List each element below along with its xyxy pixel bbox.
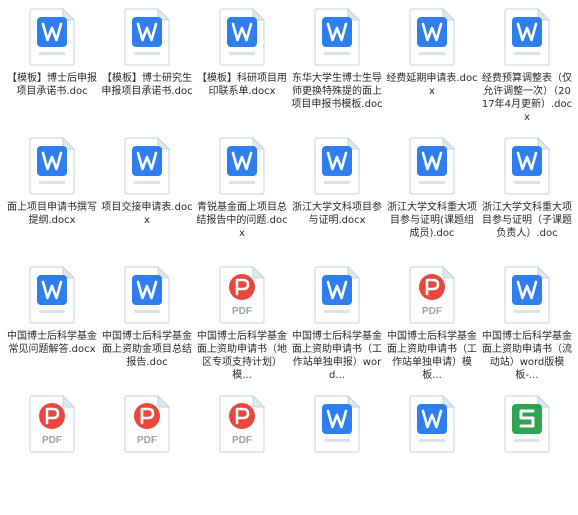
file-name: 中国博士后科学基金常见问题解答.docx (7, 331, 97, 355)
file-name: 【模板】科研项目用印联系单.docx (197, 73, 287, 97)
file-name: 浙江大学文科重大项目参与证明（子课题负责人）.doc (482, 202, 572, 239)
word-document-icon (504, 7, 551, 66)
pdf-document-icon: PDF (409, 265, 456, 324)
word-document-icon (409, 7, 456, 66)
word-document-icon (314, 265, 361, 324)
svg-text:PDF: PDF (42, 435, 62, 446)
file-item[interactable]: PDF 中国博士后科学基金面上资助申请书（地区专项支持计划）模... (196, 258, 288, 386)
file-name: 浙江大学文科重大项目参与证明(课题组成员).doc (387, 202, 477, 239)
file-item[interactable]: PDF 中国博士后科学基金面上资助申请书（工作站单独申请）模板... (386, 258, 478, 386)
file-item[interactable]: PDF (6, 387, 98, 515)
file-name: 中国博士后科学基金面上资助申请书（地区专项支持计划）模... (197, 331, 287, 381)
word-document-icon (314, 7, 361, 66)
file-item[interactable]: 经费延期申请表.docx (386, 0, 478, 128)
file-item[interactable]: 浙江大学文科重大项目参与证明(课题组成员).doc (386, 129, 478, 257)
file-item[interactable] (386, 387, 478, 515)
svg-text:PDF: PDF (422, 306, 442, 317)
word-document-icon (314, 136, 361, 195)
spreadsheet-icon (504, 394, 551, 453)
file-item[interactable]: 浙江大学文科重大项目参与证明（子课题负责人）.doc (481, 129, 573, 257)
word-document-icon (504, 265, 551, 324)
file-item[interactable]: 【模板】科研项目用印联系单.docx (196, 0, 288, 128)
file-name: 中国博士后科学基金面上资助申请书（流动站）word版模板-... (482, 331, 572, 381)
file-name: 东华大学生博士生导师更换特殊提的面上项目申报书模板.doc (291, 73, 383, 110)
word-document-icon (409, 394, 456, 453)
file-item[interactable]: 中国博士后科学基金面上资助申请书（工作站单独申报）word... (291, 258, 383, 386)
word-document-icon (314, 394, 361, 453)
svg-text:PDF: PDF (232, 435, 252, 446)
file-name: 中国博士后科学基金面上资助申请书（工作站单独申报）word... (292, 331, 382, 381)
file-name: 中国博士后科学基金面上资助申请书（工作站单独申请）模板... (387, 331, 477, 381)
file-item[interactable]: 东华大学生博士生导师更换特殊提的面上项目申报书模板.doc (291, 0, 383, 128)
pdf-document-icon: PDF (124, 394, 171, 453)
file-item[interactable]: 浙江大学文科项目参与证明.docx (291, 129, 383, 257)
svg-text:PDF: PDF (232, 306, 252, 317)
file-name: 经费延期申请表.docx (386, 73, 478, 97)
word-document-icon (124, 7, 171, 66)
word-document-icon (219, 136, 266, 195)
word-document-icon (504, 136, 551, 195)
file-name: 项目交接申请表.docx (101, 202, 193, 226)
file-item[interactable]: 中国博士后科学基金面上资助申请书（流动站）word版模板-... (481, 258, 573, 386)
file-name: 【模板】博士研究生申报项目承诺书.doc (101, 73, 193, 97)
file-name: 浙江大学文科项目参与证明.docx (292, 202, 382, 226)
file-name: 【模板】博士后申报项目承诺书.doc (7, 73, 97, 97)
pdf-document-icon: PDF (29, 394, 76, 453)
file-item[interactable]: 面上项目申请书撰写提纲.docx (6, 129, 98, 257)
file-name: 经费预算调整表（仅允许调整一次）（2017年4月更新）.docx (481, 73, 573, 123)
word-document-icon (29, 7, 76, 66)
file-item[interactable] (481, 387, 573, 515)
file-item[interactable]: 青锐基金面上项目总结报告中的问题.docx (196, 129, 288, 257)
file-item[interactable]: 中国博士后科学基金面上资助金项目总结报告.doc (101, 258, 193, 386)
file-item[interactable]: PDF (196, 387, 288, 515)
word-document-icon (124, 136, 171, 195)
word-document-icon (124, 265, 171, 324)
word-document-icon (219, 7, 266, 66)
word-document-icon (29, 136, 76, 195)
file-name: 面上项目申请书撰写提纲.docx (7, 202, 97, 226)
svg-text:PDF: PDF (137, 435, 157, 446)
file-grid: 【模板】博士后申报项目承诺书.doc 【模板】博士研究生申报项目承诺书.doc 【模… (0, 0, 578, 453)
file-item[interactable]: 【模板】博士研究生申报项目承诺书.doc (101, 0, 193, 128)
file-name: 青锐基金面上项目总结报告中的问题.docx (196, 202, 288, 239)
pdf-document-icon: PDF (219, 265, 266, 324)
pdf-document-icon: PDF (219, 394, 266, 453)
file-item[interactable]: 项目交接申请表.docx (101, 129, 193, 257)
word-document-icon (29, 265, 76, 324)
file-name: 中国博士后科学基金面上资助金项目总结报告.doc (102, 331, 192, 368)
file-item[interactable] (291, 387, 383, 515)
file-item[interactable]: PDF (101, 387, 193, 515)
file-item[interactable]: 经费预算调整表（仅允许调整一次）（2017年4月更新）.docx (481, 0, 573, 128)
file-item[interactable]: 中国博士后科学基金常见问题解答.docx (6, 258, 98, 386)
word-document-icon (409, 136, 456, 195)
file-item[interactable]: 【模板】博士后申报项目承诺书.doc (6, 0, 98, 128)
